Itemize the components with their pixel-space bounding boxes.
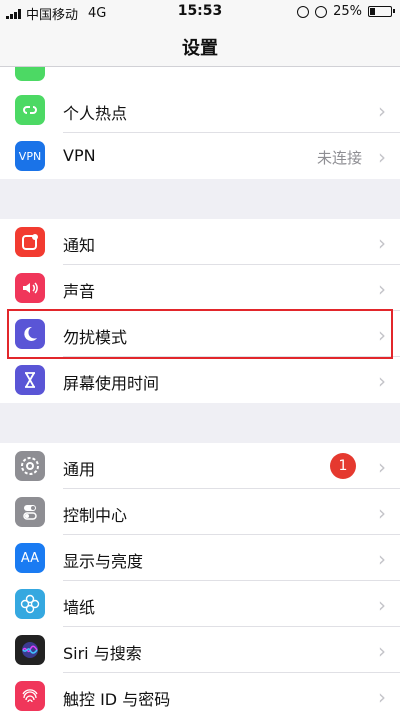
fingerprint-icon <box>15 681 45 711</box>
settings-group-network: 个人热点 › VPN VPN 未连接 › <box>0 87 400 179</box>
display-icon-text: AA <box>20 550 40 566</box>
vpn-icon-text: VPN <box>18 149 42 163</box>
chevron-right-icon: › <box>378 231 386 255</box>
notifications-icon <box>15 227 45 257</box>
highlight-box <box>7 309 393 359</box>
status-bar: 中国移动 4G 15:53 25% <box>0 0 400 24</box>
settings-row-label: 通知 <box>63 236 96 255</box>
display-icon: AA <box>15 543 45 573</box>
alarm-icon <box>315 5 328 18</box>
settings-row-label: 通用 <box>63 460 96 479</box>
settings-row-hotspot[interactable]: 个人热点 › <box>0 87 400 133</box>
orientation-lock-icon <box>297 5 310 18</box>
settings-row-label: VPN <box>63 146 96 165</box>
settings-row-siri[interactable]: Siri 与搜索 › <box>0 627 400 673</box>
battery-percent: 25% <box>333 4 362 19</box>
settings-row-label: 个人热点 <box>63 104 128 123</box>
settings-row-label: Siri 与搜索 <box>63 644 142 663</box>
nav-bar: 设置 <box>0 24 400 67</box>
chevron-right-icon: › <box>378 547 386 571</box>
hotspot-icon <box>15 95 45 125</box>
settings-row-touch-id[interactable]: 触控 ID 与密码 › <box>0 673 400 719</box>
settings-row-label: 显示与亮度 <box>63 552 144 571</box>
toggles-icon <box>15 497 45 527</box>
battery-icon <box>368 6 395 17</box>
settings-row-sound[interactable]: 声音 › <box>0 265 400 311</box>
chevron-right-icon: › <box>378 369 386 393</box>
settings-row-hidden <box>0 67 400 87</box>
settings-row-wallpaper[interactable]: 墙纸 › <box>0 581 400 627</box>
vpn-status-value: 未连接 <box>316 149 362 167</box>
chevron-right-icon: › <box>378 501 386 525</box>
chevron-right-icon: › <box>378 145 386 169</box>
siri-icon <box>15 635 45 665</box>
settings-row-screen-time[interactable]: 屏幕使用时间 › <box>0 357 400 403</box>
sound-icon <box>15 273 45 303</box>
settings-row-label: 墙纸 <box>63 598 96 617</box>
settings-row-general[interactable]: 通用 1 › <box>0 443 400 489</box>
settings-group-general: 通用 1 › 控制中心 › AA 显示与亮度 › 墙纸 › Siri 与搜索 › <box>0 443 400 719</box>
chevron-right-icon: › <box>378 99 386 123</box>
status-right: 25% <box>297 4 395 19</box>
chevron-right-icon: › <box>378 685 386 709</box>
chevron-right-icon: › <box>378 639 386 663</box>
settings-row-label: 声音 <box>63 282 96 301</box>
settings-row-display[interactable]: AA 显示与亮度 › <box>0 535 400 581</box>
settings-row-vpn[interactable]: VPN VPN 未连接 › <box>0 133 400 179</box>
chevron-right-icon: › <box>378 593 386 617</box>
settings-row-notifications[interactable]: 通知 › <box>0 219 400 265</box>
hourglass-icon <box>15 365 45 395</box>
settings-row-label: 屏幕使用时间 <box>63 374 160 393</box>
chevron-right-icon: › <box>378 277 386 301</box>
wallpaper-icon <box>15 589 45 619</box>
settings-row-label: 触控 ID 与密码 <box>63 690 171 709</box>
gear-icon <box>15 451 45 481</box>
page-title: 设置 <box>182 38 218 59</box>
settings-row-label: 控制中心 <box>63 506 128 525</box>
update-badge: 1 <box>330 453 356 479</box>
settings-row-control-center[interactable]: 控制中心 › <box>0 489 400 535</box>
vpn-icon: VPN <box>15 141 45 171</box>
cellular-icon <box>15 67 45 81</box>
chevron-right-icon: › <box>378 455 386 479</box>
